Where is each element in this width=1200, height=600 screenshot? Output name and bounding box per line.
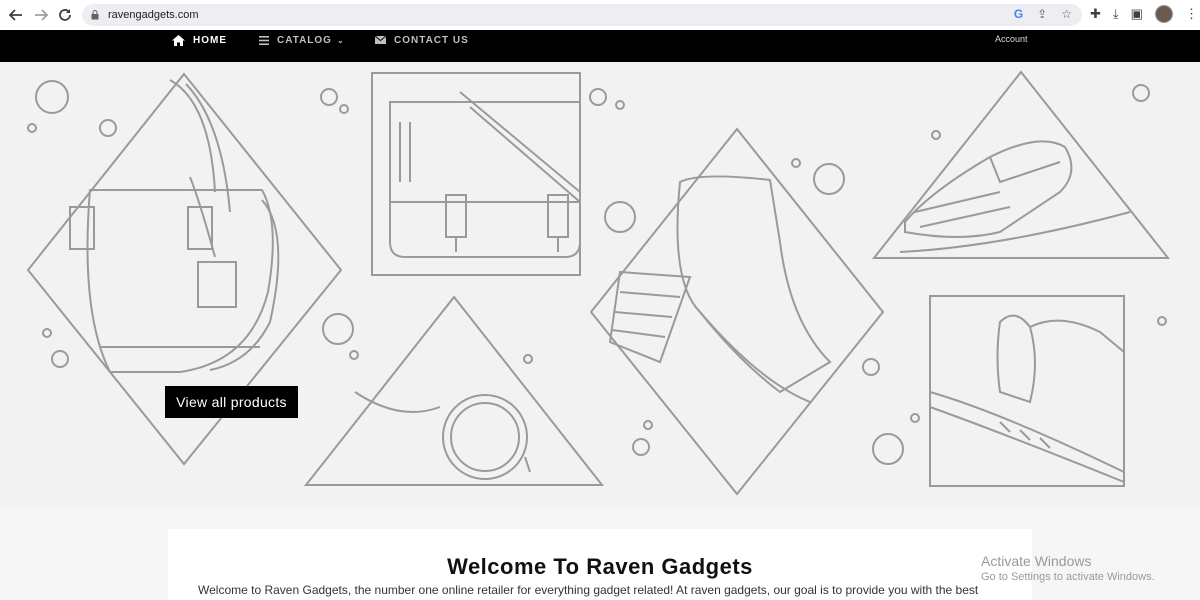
oxford-shoe-illustration — [871, 70, 1171, 259]
arrow-left-icon[interactable] — [4, 3, 28, 27]
hat-with-feather-illustration — [929, 295, 1125, 487]
watermark-line2: Go to Settings to activate Windows. — [981, 571, 1155, 583]
google-icon[interactable]: G — [1014, 7, 1023, 21]
watermark-line1: Activate Windows — [981, 553, 1092, 569]
menu-icon — [259, 35, 269, 45]
nav-label: CATALOG — [277, 34, 332, 46]
browser-toolbar: ravengadgets.com G ⇪ ☆ ✚ ⤓ ▣ ⋮ — [0, 0, 1200, 30]
star-icon[interactable]: ☆ — [1061, 7, 1072, 21]
puzzle-icon[interactable]: ✚ — [1090, 6, 1101, 22]
messenger-bag-illustration — [371, 72, 581, 276]
view-all-products-button[interactable]: View all products — [165, 386, 298, 418]
ankle-boot-illustration — [589, 127, 885, 496]
hero-illustration — [26, 70, 1171, 496]
nav-label: CONTACT US — [394, 34, 469, 46]
site-nav: HOME CATALOG ⌄ CONTACT US Account — [0, 30, 1200, 62]
envelope-icon — [375, 36, 386, 44]
lock-icon — [91, 10, 99, 20]
account-link[interactable]: Account — [995, 34, 1028, 44]
nav-item-home[interactable]: HOME — [172, 30, 227, 50]
avatar[interactable] — [1154, 5, 1173, 23]
nav-label: HOME — [193, 34, 227, 46]
share-icon[interactable]: ⇪ — [1037, 7, 1047, 21]
nav-item-catalog[interactable]: CATALOG ⌄ — [259, 30, 345, 50]
more-vert-icon[interactable]: ⋮ — [1185, 6, 1198, 22]
arrow-right-icon[interactable] — [29, 3, 53, 27]
sunglasses-illustration — [303, 295, 605, 486]
address-bar[interactable]: ravengadgets.com G ⇪ ☆ — [82, 4, 1082, 26]
welcome-title: Welcome To Raven Gadgets — [447, 554, 753, 579]
welcome-text: Welcome to Raven Gadgets, the number one… — [198, 583, 979, 597]
download-icon[interactable]: ⤓ — [1113, 6, 1119, 22]
windows-activation-watermark: Activate Windows Go to Settings to activ… — [981, 553, 1155, 583]
welcome-card: Welcome To Raven Gadgets Welcome to Rave… — [168, 529, 1032, 600]
url-text: ravengadgets.com — [108, 9, 199, 21]
hero-banner: View all products — [0, 62, 1200, 508]
home-icon — [172, 34, 185, 46]
reload-icon[interactable] — [53, 3, 77, 27]
sidepanel-icon[interactable]: ▣ — [1131, 6, 1143, 22]
chevron-down-icon: ⌄ — [336, 35, 345, 45]
nav-item-contact[interactable]: CONTACT US — [375, 30, 469, 50]
